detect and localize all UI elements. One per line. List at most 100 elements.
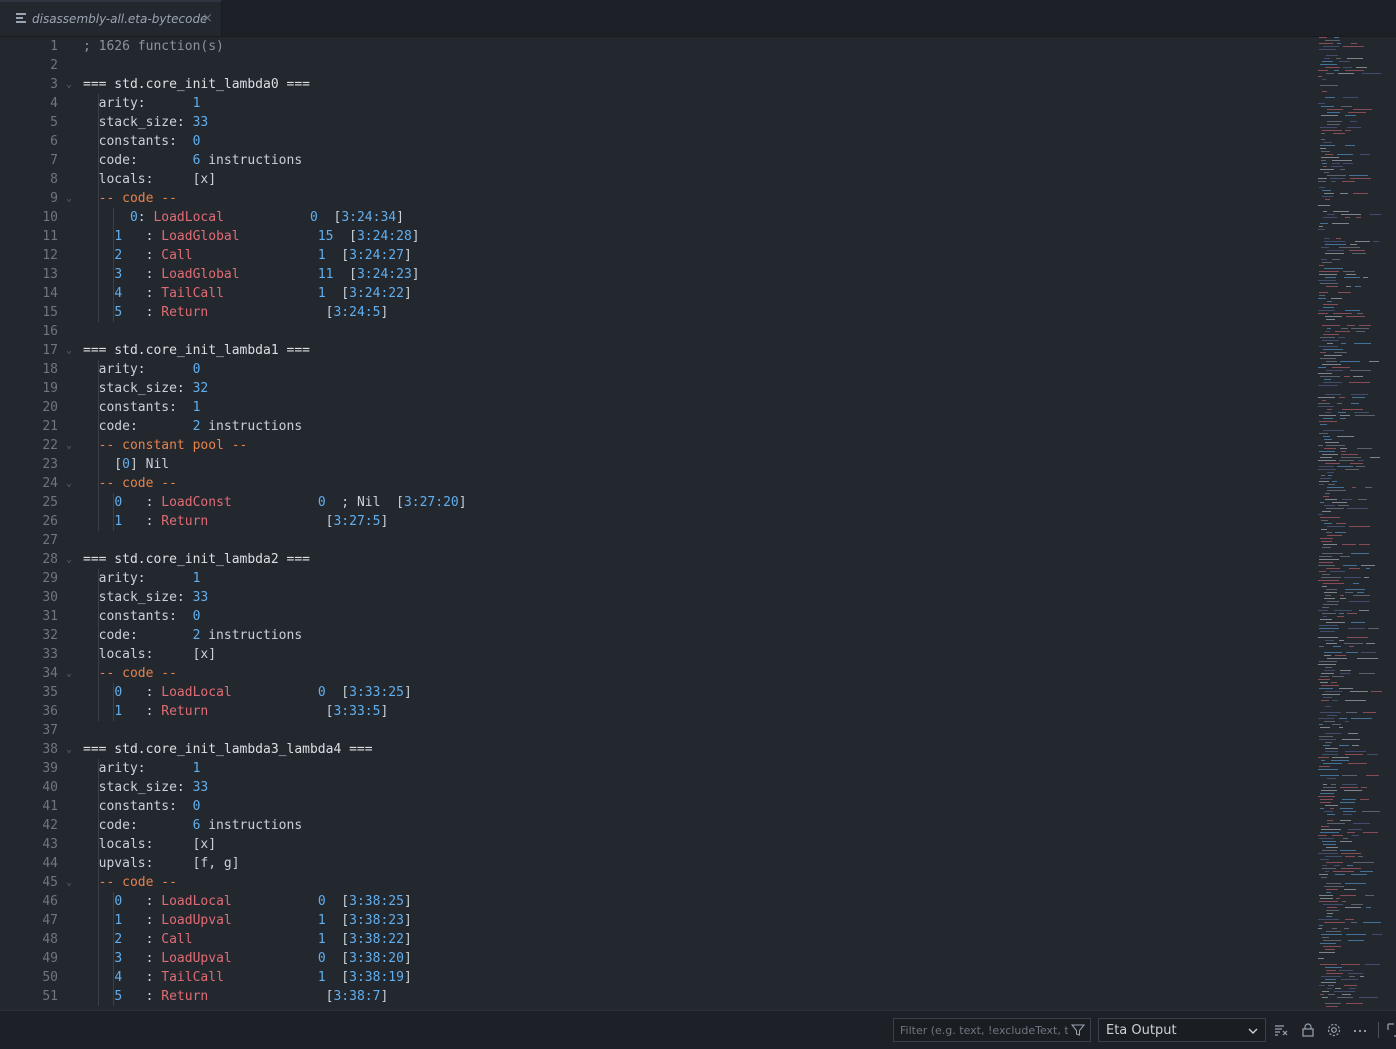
code-line[interactable]: 2: [0, 56, 1310, 75]
code-line[interactable]: 39 arity: 1: [0, 759, 1310, 778]
code-line[interactable]: 28 ⌄ === std.core_init_lambda2 ===: [0, 550, 1310, 569]
code-line[interactable]: 41 constants: 0: [0, 797, 1310, 816]
code-line[interactable]: 4 arity: 1: [0, 94, 1310, 113]
fold-chevron-icon[interactable]: ⌄: [66, 75, 72, 94]
code-line[interactable]: 46 0 : LoadLocal 0 [3:38:25]: [0, 892, 1310, 911]
code-line[interactable]: 18 arity: 0: [0, 360, 1310, 379]
code-line[interactable]: 13 3 : LoadGlobal 11 [3:24:23]: [0, 265, 1310, 284]
code-line[interactable]: 3 ⌄ === std.core_init_lambda0 ===: [0, 75, 1310, 94]
minimap-stroke: [1358, 460, 1364, 461]
minimap-stroke: [1361, 652, 1376, 653]
code-line[interactable]: 22 ⌄ -- constant pool --: [0, 436, 1310, 455]
code-line[interactable]: 27: [0, 531, 1310, 550]
code-line[interactable]: 48 2 : Call 1 [3:38:22]: [0, 930, 1310, 949]
code-line[interactable]: 12 2 : Call 1 [3:24:27]: [0, 246, 1310, 265]
code-line[interactable]: 15 5 : Return [3:24:5]: [0, 303, 1310, 322]
token-key: arity:: [83, 761, 193, 776]
code-line[interactable]: 9 ⌄ -- code --: [0, 189, 1310, 208]
code-line[interactable]: 47 1 : LoadUpval 1 [3:38:23]: [0, 911, 1310, 930]
code-line[interactable]: 17 ⌄ === std.core_init_lambda1 ===: [0, 341, 1310, 360]
more-actions-icon[interactable]: [1352, 1022, 1368, 1038]
lock-icon[interactable]: [1300, 1022, 1316, 1038]
fold-chevron-icon[interactable]: ⌄: [66, 474, 72, 493]
minimap-stroke: [1318, 178, 1327, 179]
output-channel-select[interactable]: Eta Output: [1098, 1018, 1266, 1042]
gear-icon[interactable]: [1326, 1022, 1342, 1038]
minimap-stroke: [1326, 1006, 1338, 1007]
minimap-stroke: [1326, 532, 1332, 533]
fold-chevron-icon[interactable]: ⌄: [66, 436, 72, 455]
code-line[interactable]: 49 3 : LoadUpval 0 [3:38:20]: [0, 949, 1310, 968]
code-line[interactable]: 7 code: 6 instructions: [0, 151, 1310, 170]
minimap-stroke: [1341, 457, 1361, 458]
code-editor[interactable]: 1; 1626 function(s) 2 3 ⌄ === std.core_init_…: [0, 37, 1396, 1010]
code-line[interactable]: 36 1 : Return [3:33:5]: [0, 702, 1310, 721]
minimap-stroke: [1321, 157, 1339, 158]
code-line[interactable]: 30 stack_size: 33: [0, 588, 1310, 607]
minimap-stroke: [1319, 895, 1333, 896]
minimap-stroke: [1356, 331, 1365, 332]
code-line[interactable]: 20 constants: 1: [0, 398, 1310, 417]
editor-tab[interactable]: disassembly-all.eta-bytecode ×: [0, 0, 222, 36]
token-num: 1: [192, 96, 201, 111]
fold-chevron-icon[interactable]: ⌄: [66, 341, 72, 360]
minimap-stroke: [1347, 58, 1363, 59]
code-line[interactable]: 26 1 : Return [3:27:5]: [0, 512, 1310, 531]
code-line[interactable]: 16: [0, 322, 1310, 341]
code-line[interactable]: 14 4 : TailCall 1 [3:24:22]: [0, 284, 1310, 303]
code-line[interactable]: 43 locals: [x]: [0, 835, 1310, 854]
code-line[interactable]: 8 locals: [x]: [0, 170, 1310, 189]
code-line[interactable]: 45 ⌄ -- code --: [0, 873, 1310, 892]
token-plain: ]: [380, 989, 389, 1004]
minimap-stroke: [1333, 871, 1354, 872]
code-line[interactable]: 5 stack_size: 33: [0, 113, 1310, 132]
token-num: 1: [317, 286, 326, 301]
clear-output-icon[interactable]: [1273, 1022, 1289, 1038]
code-line[interactable]: 23 [0] Nil: [0, 455, 1310, 474]
code-line[interactable]: 25 0 : LoadConst 0 ; Nil [3:27:20]: [0, 493, 1310, 512]
line-number: 45: [42, 875, 58, 890]
code-line[interactable]: 33 locals: [x]: [0, 645, 1310, 664]
fold-chevron-icon[interactable]: ⌄: [66, 740, 72, 759]
filter-input[interactable]: Filter (e.g. text, !excludeText, t...: [893, 1018, 1091, 1042]
code-line[interactable]: 37: [0, 721, 1310, 740]
code-line[interactable]: 50 4 : TailCall 1 [3:38:19]: [0, 968, 1310, 987]
code-line[interactable]: 51 5 : Return [3:38:7]: [0, 987, 1310, 1006]
code-line[interactable]: 38 ⌄ === std.core_init_lambda3_lambda4 ===: [0, 740, 1310, 759]
code-line[interactable]: 21 code: 2 instructions: [0, 417, 1310, 436]
code-line[interactable]: 1 ; 1626 function(s): [0, 37, 1310, 56]
close-icon[interactable]: ×: [202, 11, 213, 26]
token-plain: ]: [411, 229, 420, 244]
minimap-stroke: [1326, 568, 1340, 569]
fold-chevron-icon[interactable]: ⌄: [66, 873, 72, 892]
code-line[interactable]: 34 ⌄ -- code --: [0, 664, 1310, 683]
fold-chevron-icon[interactable]: ⌄: [66, 550, 72, 569]
minimap-stroke: [1337, 466, 1353, 467]
minimap-stroke: [1325, 40, 1340, 41]
code-line[interactable]: 35 0 : LoadLocal 0 [3:33:25]: [0, 683, 1310, 702]
minimap-stroke: [1357, 658, 1378, 659]
code-line[interactable]: 31 constants: 0: [0, 607, 1310, 626]
fold-chevron-icon[interactable]: ⌄: [66, 189, 72, 208]
code-line[interactable]: 10 0: LoadLocal 0 [3:24:34]: [0, 208, 1310, 227]
minimap-stroke: [1354, 412, 1369, 413]
fold-chevron-icon[interactable]: ⌄: [66, 664, 72, 683]
code-line[interactable]: 6 constants: 0: [0, 132, 1310, 151]
line-content: stack_size: 32: [83, 379, 209, 398]
code-line[interactable]: 32 code: 2 instructions: [0, 626, 1310, 645]
minimap-stroke: [1320, 64, 1337, 65]
code-line[interactable]: 11 1 : LoadGlobal 15 [3:24:28]: [0, 227, 1310, 246]
minimap-stroke: [1327, 487, 1344, 488]
code-line[interactable]: 24 ⌄ -- code --: [0, 474, 1310, 493]
funnel-icon[interactable]: [1071, 1023, 1085, 1037]
code-line[interactable]: 19 stack_size: 32: [0, 379, 1310, 398]
code-line[interactable]: 44 upvals: [f, g]: [0, 854, 1310, 873]
code-line[interactable]: 29 arity: 1: [0, 569, 1310, 588]
token-op: LoadGlobal: [161, 267, 240, 282]
minimap[interactable]: [1318, 37, 1386, 1010]
maximize-panel-icon[interactable]: [1386, 1022, 1396, 1038]
code-line[interactable]: 40 stack_size: 33: [0, 778, 1310, 797]
code-line[interactable]: 42 code: 6 instructions: [0, 816, 1310, 835]
minimap-stroke: [1322, 91, 1327, 92]
minimap-stroke: [1327, 526, 1345, 527]
